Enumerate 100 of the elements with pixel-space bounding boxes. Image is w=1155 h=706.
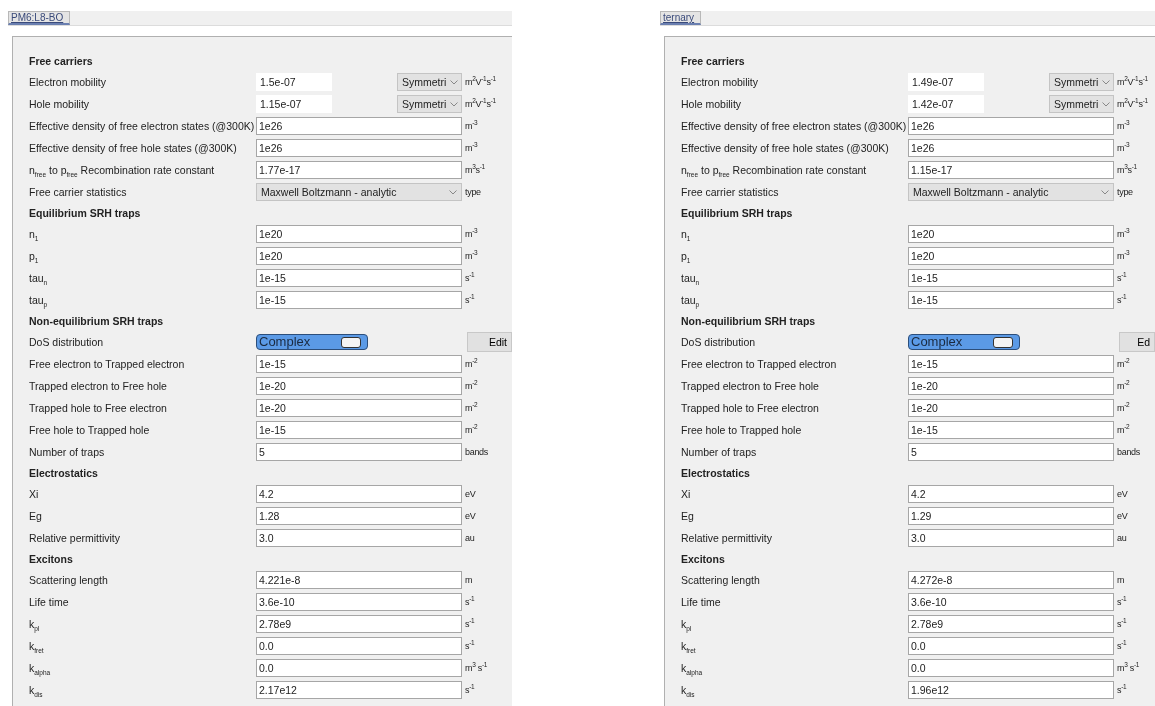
input-field[interactable]: 1.15e-07 [256, 95, 332, 113]
edit-button[interactable]: Edit [467, 332, 512, 352]
field-label: Free electron to Trapped electron [29, 358, 186, 370]
input-field[interactable]: 1.5e-07 [256, 73, 332, 91]
input-field[interactable]: 1.42e-07 [908, 95, 984, 113]
input-field[interactable]: 1e20 [256, 225, 462, 243]
unit-label: m [465, 575, 474, 585]
input-field[interactable]: 4.221e-8 [256, 571, 462, 589]
input-field[interactable]: 1e-15 [908, 269, 1114, 287]
field-label: Electron mobility [29, 76, 108, 88]
input-field[interactable]: 3.0 [256, 529, 462, 547]
input-field[interactable]: 1e-15 [256, 269, 462, 287]
tab[interactable]: ternary [660, 11, 702, 25]
field-label: Life time [681, 596, 722, 608]
field-label: Eg [29, 510, 43, 522]
input-field[interactable]: 2.17e12 [256, 681, 462, 699]
section-heading: Excitons [681, 552, 726, 567]
unit-label: s$^{-1}$ [465, 619, 476, 629]
input-field[interactable]: 1.96e12 [908, 681, 1114, 699]
input-field[interactable]: 1e20 [908, 225, 1114, 243]
field-label: Free electron to Trapped electron [681, 358, 838, 370]
input-field[interactable]: 1e-15 [908, 291, 1114, 309]
field-label: Scattering length [29, 574, 109, 586]
unit-label: m$^{2}$V$^{-1}$s$^{-1}$ [465, 77, 497, 87]
section-heading: Non-equilibrium SRH traps [29, 314, 165, 329]
caret-icon [1102, 79, 1110, 85]
field-label: k$_{dis}$ [681, 684, 696, 696]
field-label: Free hole to Trapped hole [29, 424, 151, 436]
toggle-switch[interactable]: Complex [908, 334, 1020, 350]
unit-label: m$^{-2}$ [1117, 381, 1131, 391]
field-label: k$_{fret}$ [681, 640, 697, 652]
field-label: Free carrier statistics [681, 186, 780, 198]
unit-label: s$^{-1}$ [1117, 273, 1128, 283]
input-field[interactable]: 3.0 [908, 529, 1114, 547]
unit-label: m$^{-2}$ [1117, 403, 1131, 413]
input-field[interactable]: 1e-15 [256, 291, 462, 309]
dropdown[interactable]: Symmetri [1049, 95, 1114, 113]
field-label: Effective density of free hole states (@300K) [681, 142, 890, 154]
input-field[interactable]: 0.0 [256, 637, 462, 655]
input-field[interactable]: 1.77e-17 [256, 161, 462, 179]
field-label: DoS distribution [29, 336, 105, 348]
dropdown[interactable]: Maxwell Boltzmann - analytic [256, 183, 462, 201]
dropdown[interactable]: Symmetri [397, 73, 462, 91]
input-field[interactable]: 1e26 [256, 117, 462, 135]
field-label: Effective density of free electron states (@300K) [29, 120, 253, 132]
field-label: Xi [29, 488, 40, 500]
field-label: Trapped hole to Free electron [681, 402, 820, 414]
unit-label: m$^{3}$s$^{-1}$ [465, 165, 486, 175]
input-field[interactable]: 0.0 [908, 637, 1114, 655]
section-heading: Equilibrium SRH traps [29, 206, 142, 221]
input-field[interactable]: 1e26 [256, 139, 462, 157]
unit-label: eV [1117, 489, 1129, 499]
input-field[interactable]: 1e-20 [256, 399, 462, 417]
dropdown[interactable]: Maxwell Boltzmann - analytic [908, 183, 1114, 201]
input-field[interactable]: 1.28 [256, 507, 462, 525]
toggle-switch[interactable]: Complex [256, 334, 368, 350]
input-field[interactable]: 1e-20 [908, 377, 1114, 395]
tab[interactable]: PM6:L8-BO [8, 11, 71, 25]
input-field[interactable]: 1e20 [256, 247, 462, 265]
field-label: Relative permittivity [681, 532, 774, 544]
dropdown[interactable]: Symmetri [397, 95, 462, 113]
field-label: tau$_{n}$ [29, 272, 49, 284]
input-field[interactable]: 1e-15 [256, 421, 462, 439]
input-field[interactable]: 1.29 [908, 507, 1114, 525]
field-label: Trapped electron to Free hole [29, 380, 168, 392]
section-heading: Excitons [29, 552, 74, 567]
caret-icon [1102, 101, 1110, 107]
input-field[interactable]: 1e-20 [908, 399, 1114, 417]
dropdown[interactable]: Symmetri [1049, 73, 1114, 91]
input-field[interactable]: 4.2 [908, 485, 1114, 503]
input-field[interactable]: 0.0 [908, 659, 1114, 677]
input-field[interactable]: 1e-15 [908, 355, 1114, 373]
edit-button[interactable]: Ed [1119, 332, 1155, 352]
input-field[interactable]: 1e-15 [256, 355, 462, 373]
input-field[interactable]: 1.15e-17 [908, 161, 1114, 179]
unit-label: m$^{-3}$ [1117, 143, 1131, 153]
input-field[interactable]: 3.6e-10 [908, 593, 1114, 611]
unit-label: s$^{-1}$ [465, 641, 476, 651]
input-field[interactable]: 4.272e-8 [908, 571, 1114, 589]
unit-label: m$^{-3}$ [465, 121, 479, 131]
unit-label: m$^{-3}$ [465, 229, 479, 239]
field-label: Relative permittivity [29, 532, 122, 544]
field-label: Xi [681, 488, 692, 500]
input-field[interactable]: 1.49e-07 [908, 73, 984, 91]
input-field[interactable]: 1e26 [908, 117, 1114, 135]
field-label: Number of traps [29, 446, 106, 458]
input-field[interactable]: 3.6e-10 [256, 593, 462, 611]
input-field[interactable]: 1e-20 [256, 377, 462, 395]
input-field[interactable]: 1e26 [908, 139, 1114, 157]
unit-label: s$^{-1}$ [465, 273, 476, 283]
input-field[interactable]: 0.0 [256, 659, 462, 677]
input-field[interactable]: 1e-15 [908, 421, 1114, 439]
input-field[interactable]: 2.78e9 [256, 615, 462, 633]
unit-label: m$^{-3}$ [1117, 251, 1131, 261]
input-field[interactable]: 5 [908, 443, 1114, 461]
input-field[interactable]: 4.2 [256, 485, 462, 503]
input-field[interactable]: 5 [256, 443, 462, 461]
input-field[interactable]: 2.78e9 [908, 615, 1114, 633]
input-field[interactable]: 1e20 [908, 247, 1114, 265]
unit-label: m$^{-2}$ [465, 403, 479, 413]
